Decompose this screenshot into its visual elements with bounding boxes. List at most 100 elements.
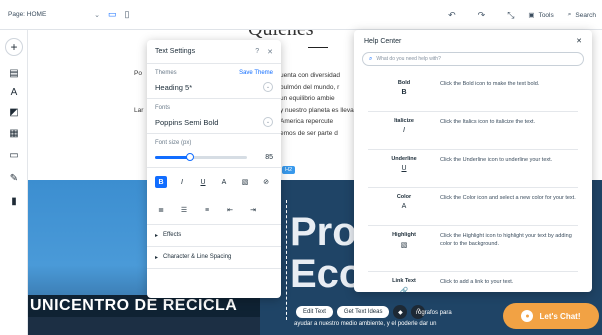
zoom-out-icon[interactable]: ⤡ bbox=[507, 10, 514, 21]
align-icon[interactable]: ≣ bbox=[155, 204, 167, 216]
effects-accordion[interactable]: ▸ Effects bbox=[147, 225, 281, 247]
row-description: Click the Highlight icon to highlight yo… bbox=[440, 233, 572, 247]
media-icon[interactable]: ▭ bbox=[5, 147, 23, 163]
help-center-title: Help Center bbox=[364, 37, 402, 45]
effects-label: Effects bbox=[163, 232, 182, 238]
themes-section: Themes Save Theme Heading 5* ⌄ bbox=[147, 64, 281, 99]
link-icon[interactable]: ⊘ bbox=[260, 176, 272, 188]
table-row: Underline U Click the Underline icon to u… bbox=[368, 150, 578, 188]
spacing-label: Character & Line Spacing bbox=[163, 254, 232, 260]
theme-value: Heading 5* bbox=[155, 82, 193, 92]
recycling-sign: UNICENTRO DE RECICLA bbox=[28, 295, 260, 317]
help-center-header: Help Center ✕ bbox=[354, 30, 592, 52]
close-icon[interactable]: ✕ bbox=[576, 37, 582, 45]
row-description: Click the Color icon and select a new co… bbox=[440, 195, 576, 201]
text-settings-panel: Text Settings ? ✕ Themes Save Theme Head… bbox=[147, 40, 281, 298]
help-icon[interactable]: ? bbox=[255, 48, 259, 55]
heading-divider bbox=[308, 47, 328, 48]
text-settings-title: Text Settings bbox=[155, 48, 196, 55]
top-bar-actions: ↶ ↷ ⤡ ▣ Tools ⌕ Search bbox=[440, 0, 596, 30]
row-name: Color bbox=[396, 194, 412, 200]
bullet-list-icon[interactable]: ☰ bbox=[178, 204, 190, 216]
hero-body-copy: ayudar a nuestro medio ambiente, y el po… bbox=[294, 321, 437, 327]
row-description: Click to add a link to your text. bbox=[440, 279, 514, 285]
search-icon: ⌕ bbox=[567, 11, 572, 18]
selection-tag: H2 bbox=[282, 166, 296, 174]
italic-icon: I bbox=[403, 127, 405, 134]
chevron-down-icon: ⌄ bbox=[94, 11, 100, 19]
bold-icon[interactable]: B bbox=[155, 176, 167, 188]
background-icon[interactable]: ◩ bbox=[5, 104, 23, 120]
blog-icon[interactable]: ✎ bbox=[5, 170, 23, 186]
theme-dropdown[interactable]: Heading 5* ⌄ bbox=[155, 82, 273, 92]
row-name: Bold bbox=[397, 80, 411, 86]
undo-icon[interactable]: ↶ bbox=[448, 10, 456, 21]
format-toolbar: B I U A ▧ ⊘ bbox=[147, 168, 281, 196]
page-selector-label: Page: HOME bbox=[8, 11, 47, 18]
alignment-toolbar: ≣ ☰ ≡ ⇤ ⇥ bbox=[147, 196, 281, 225]
table-row: Link Text 🔗 Click to add a link to your t… bbox=[368, 272, 578, 292]
mobile-view-icon[interactable]: ▯ bbox=[125, 9, 130, 20]
help-table: Bold B Click the Bold icon to make the te… bbox=[368, 74, 578, 292]
hero-title-line-2[interactable]: Eco bbox=[290, 252, 363, 297]
desktop-view-icon[interactable]: ▭ bbox=[108, 9, 117, 20]
edit-text-button[interactable]: Edit Text bbox=[296, 306, 333, 318]
search-button[interactable]: ⌕ Search bbox=[568, 11, 596, 19]
business-icon[interactable]: ▮ bbox=[5, 193, 23, 209]
search-icon: ⌕ bbox=[369, 55, 373, 62]
editor-top-bar: Page: HOME ⌄ ▭ ▯ ↶ ↷ ⤡ ▣ Tools ⌕ Search bbox=[0, 0, 602, 30]
design-icon[interactable]: A bbox=[5, 84, 23, 100]
indent-increase-icon[interactable]: ⇥ bbox=[247, 204, 259, 216]
tools-button[interactable]: ▣ Tools bbox=[528, 11, 554, 20]
font-size-slider-fill bbox=[155, 156, 190, 159]
animation-icon[interactable]: ◆ bbox=[393, 305, 408, 319]
indent-decrease-icon[interactable]: ⇤ bbox=[224, 204, 236, 216]
hero-body-copy-right: rógrafos para bbox=[416, 310, 452, 316]
apps-icon[interactable]: ▦ bbox=[5, 125, 23, 141]
side-text-2: Lar bbox=[134, 107, 144, 114]
underline-icon[interactable]: U bbox=[197, 176, 209, 188]
row-name: Underline bbox=[391, 156, 417, 162]
row-name: Link Text bbox=[392, 278, 416, 284]
tools-label: Tools bbox=[538, 11, 554, 19]
left-toolbar: + ▤ A ◩ ▦ ▭ ✎ ▮ bbox=[0, 30, 28, 335]
search-label: Search bbox=[575, 11, 596, 19]
row-description: Click the Italics icon to italicize the … bbox=[440, 119, 536, 125]
font-size-section: Font size (px) 85 bbox=[147, 134, 281, 168]
text-action-bar: Edit Text Get Text Ideas ◆ ? bbox=[296, 305, 426, 319]
caret-right-icon: ▸ bbox=[155, 255, 159, 261]
highlight-icon[interactable]: ▧ bbox=[239, 176, 251, 188]
fonts-section: Fonts Poppins Semi Bold ⌄ bbox=[147, 99, 281, 134]
caret-right-icon: ▸ bbox=[155, 233, 159, 239]
help-search-placeholder: What do you need help with? bbox=[376, 56, 441, 62]
font-size-slider[interactable] bbox=[155, 153, 247, 161]
font-dropdown[interactable]: Poppins Semi Bold ⌄ bbox=[155, 117, 273, 127]
numbered-list-icon[interactable]: ≡ bbox=[201, 204, 213, 216]
save-theme-link[interactable]: Save Theme bbox=[239, 70, 273, 76]
text-color-icon[interactable]: A bbox=[218, 176, 230, 188]
chat-button[interactable]: ● Let's Chat! bbox=[503, 303, 599, 329]
help-search-input[interactable]: ⌕ What do you need help with? bbox=[362, 52, 584, 66]
table-row: Bold B Click the Bold icon to make the te… bbox=[368, 74, 578, 112]
side-text-1: Po bbox=[134, 70, 142, 77]
page-selector[interactable]: Page: HOME ⌄ bbox=[8, 11, 100, 19]
font-size-value[interactable]: 85 bbox=[265, 154, 273, 161]
get-text-ideas-button[interactable]: Get Text Ideas bbox=[336, 306, 390, 318]
add-elements-button[interactable]: + bbox=[5, 38, 23, 56]
italic-icon[interactable]: I bbox=[176, 176, 188, 188]
row-name: Highlight bbox=[392, 232, 416, 238]
font-size-slider-handle[interactable] bbox=[185, 153, 194, 161]
row-description: Click the Underline icon to underline yo… bbox=[440, 157, 553, 163]
chevron-down-icon: ⌄ bbox=[263, 117, 273, 127]
pages-icon[interactable]: ▤ bbox=[5, 65, 23, 81]
hero-title-line-1[interactable]: Pro bbox=[290, 210, 357, 255]
tools-icon: ▣ bbox=[528, 12, 535, 19]
spacing-accordion[interactable]: ▸ Character & Line Spacing bbox=[147, 247, 281, 269]
redo-icon[interactable]: ↷ bbox=[478, 10, 486, 21]
help-center-panel: Help Center ✕ ⌕ What do you need help wi… bbox=[354, 30, 592, 292]
link-icon: 🔗 bbox=[399, 288, 409, 292]
photo-ground bbox=[28, 317, 260, 335]
chevron-down-icon: ⌄ bbox=[263, 82, 273, 92]
close-icon[interactable]: ✕ bbox=[267, 48, 273, 56]
highlight-icon: ▧ bbox=[400, 242, 408, 249]
